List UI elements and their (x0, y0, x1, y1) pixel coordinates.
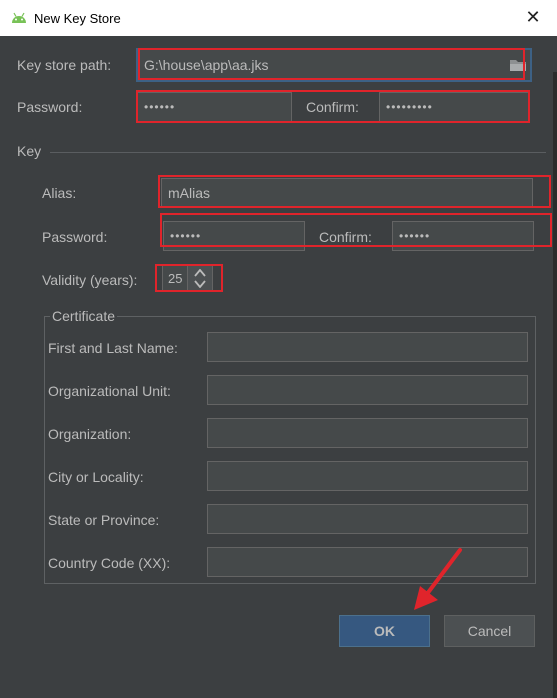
key-section-label: Key (17, 143, 42, 159)
alias-input[interactable]: mAlias (161, 178, 533, 208)
cert-country-code-input[interactable] (207, 547, 528, 577)
keystore-confirm-label: Confirm: (306, 99, 359, 115)
new-key-store-dialog: Key store path: G:\house\app\aa.jks Pass… (0, 36, 557, 698)
cert-org-unit-input[interactable] (207, 375, 528, 405)
keystore-password-label: Password: (17, 99, 83, 115)
key-confirm-label: Confirm: (319, 229, 372, 245)
cert-org-unit-label: Organizational Unit: (48, 383, 171, 399)
cancel-button[interactable]: Cancel (444, 615, 535, 647)
alias-label: Alias: (42, 185, 77, 201)
alias-value: mAlias (168, 185, 211, 201)
keystore-confirm-value: ••••••••• (386, 100, 433, 114)
cert-first-last-name-input[interactable] (207, 332, 528, 362)
android-icon (12, 12, 26, 23)
close-icon[interactable]: ✕ (519, 6, 547, 30)
cert-state-input[interactable] (207, 504, 528, 534)
spinner-down-icon[interactable] (194, 280, 206, 288)
ok-button-label: OK (374, 623, 395, 639)
cert-city-label: City or Locality: (48, 469, 144, 485)
validity-value: 25 (168, 270, 183, 286)
key-store-path-value: G:\house\app\aa.jks (144, 57, 269, 73)
key-section-separator (50, 152, 546, 153)
cert-organization-input[interactable] (207, 418, 528, 448)
key-password-input[interactable]: •••••• (163, 221, 305, 251)
title-bar: New Key Store ✕ (0, 0, 557, 36)
key-password-label: Password: (42, 229, 108, 245)
window-title: New Key Store (34, 11, 121, 26)
cert-first-last-name-label: First and Last Name: (48, 340, 178, 356)
cert-state-label: State or Province: (48, 512, 160, 528)
cert-city-input[interactable] (207, 461, 528, 491)
arrow-annotation-icon (414, 548, 462, 610)
keystore-confirm-input[interactable]: ••••••••• (379, 92, 529, 122)
validity-label: Validity (years): (42, 272, 138, 288)
key-confirm-value: •••••• (399, 229, 431, 243)
key-store-path-input[interactable]: G:\house\app\aa.jks (136, 48, 532, 82)
cert-country-code-label: Country Code (XX): (48, 555, 171, 571)
keystore-password-value: •••••• (144, 100, 176, 114)
folder-icon[interactable] (509, 57, 527, 73)
spinner-up-icon[interactable] (194, 269, 206, 277)
cancel-button-label: Cancel (467, 623, 512, 639)
key-store-path-label: Key store path: (17, 57, 112, 73)
key-confirm-input[interactable]: •••••• (392, 221, 534, 251)
key-password-value: •••••• (170, 229, 202, 243)
validity-input[interactable]: 25 (162, 265, 188, 291)
ok-button[interactable]: OK (339, 615, 430, 647)
keystore-password-input[interactable]: •••••• (137, 92, 292, 122)
certificate-title: Certificate (50, 308, 118, 324)
validity-spinner[interactable] (187, 265, 213, 291)
window-edge (553, 72, 557, 698)
cert-organization-label: Organization: (48, 426, 132, 442)
